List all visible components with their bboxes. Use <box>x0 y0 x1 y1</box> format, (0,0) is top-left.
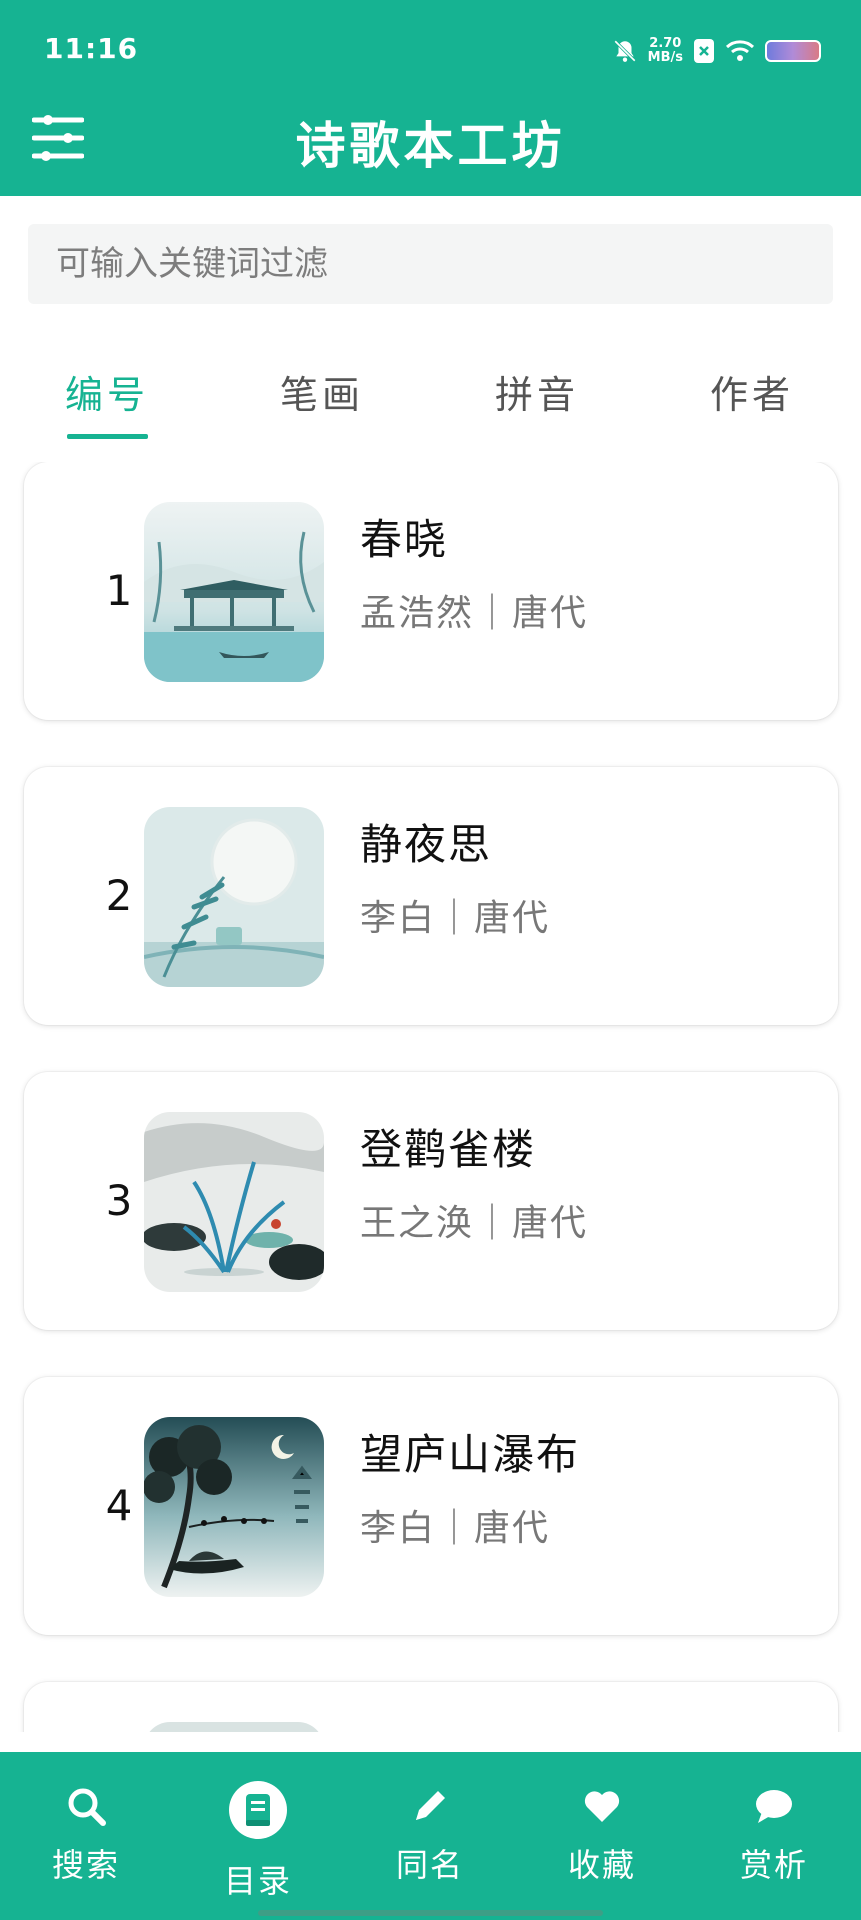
nav-label: 同名 <box>395 1846 464 1884</box>
wifi-icon <box>725 40 755 61</box>
poem-card[interactable]: 3 登鹳雀楼 王之涣｜唐代 <box>24 1072 838 1330</box>
poem-title: 登鹳雀楼 <box>360 1125 537 1174</box>
poem-author-dynasty: 李白｜唐代 <box>360 898 551 939</box>
nav-label: 收藏 <box>567 1846 636 1884</box>
mute-bell-icon <box>613 40 636 62</box>
battery-icon <box>765 40 821 62</box>
home-indicator[interactable] <box>258 1910 603 1916</box>
poem-author-dynasty: 李白｜唐代 <box>360 1508 551 1549</box>
tab-strokes[interactable]: 笔画 <box>242 364 402 419</box>
sim-blocked-icon <box>694 39 714 63</box>
tab-pinyin[interactable]: 拼音 <box>457 364 617 419</box>
poem-author-dynasty: 王之涣｜唐代 <box>360 1203 589 1244</box>
tab-number[interactable]: 编号 <box>27 364 187 419</box>
poem-thumbnail <box>144 807 324 987</box>
poem-thumbnail <box>144 1722 324 1732</box>
nav-label: 目录 <box>223 1862 292 1900</box>
pencil-icon <box>416 1791 445 1820</box>
status-icons: 2.70 MB/s <box>612 34 821 68</box>
poem-title: 望庐山瀑布 <box>360 1430 581 1479</box>
poem-title: 春晓 <box>360 515 449 564</box>
page-title: 诗歌本工坊 <box>295 117 566 175</box>
poem-card[interactable]: 5 <box>24 1682 838 1732</box>
nav-favorites[interactable]: 收藏 <box>516 1752 688 1920</box>
nav-same-name[interactable]: 同名 <box>344 1752 516 1920</box>
poem-card[interactable]: 1 春晓 孟浩然｜唐代 <box>24 462 838 720</box>
network-speed: 2.70 MB/s <box>647 36 683 65</box>
poem-card[interactable]: 4 望庐山瀑布 李白｜唐代 <box>24 1377 838 1635</box>
search-icon <box>68 1788 106 1826</box>
poem-list[interactable]: 1 春晓 孟浩然｜唐代 2 静夜思 李白｜唐代 3 登鹳雀楼 王之涣｜唐代 4 … <box>0 462 861 1732</box>
active-tab-indicator <box>67 434 148 439</box>
search-input[interactable] <box>56 244 833 284</box>
poem-author-dynasty: 孟浩然｜唐代 <box>360 593 589 634</box>
poem-thumbnail <box>144 1112 324 1292</box>
nav-appreciation[interactable]: 赏析 <box>688 1752 860 1920</box>
nav-label: 搜索 <box>51 1846 120 1884</box>
search-box[interactable] <box>28 224 833 304</box>
status-time: 11:16 <box>44 32 139 65</box>
poem-thumbnail <box>144 502 324 682</box>
nav-catalog[interactable]: 目录 <box>172 1752 344 1920</box>
chat-bubble-icon <box>756 1790 792 1823</box>
tab-author[interactable]: 作者 <box>672 364 832 419</box>
poem-card[interactable]: 2 静夜思 李白｜唐代 <box>24 767 838 1025</box>
bottom-nav: 搜索 目录 同名 收藏 赏析 <box>0 1752 861 1920</box>
poem-title: 静夜思 <box>360 820 493 869</box>
heart-icon <box>584 1791 620 1822</box>
poem-thumbnail <box>144 1417 324 1597</box>
sort-tabs: 编号 笔画 拼音 作者 <box>0 352 861 442</box>
nav-search[interactable]: 搜索 <box>0 1752 172 1920</box>
nav-label: 赏析 <box>739 1846 808 1884</box>
app-header: 11:16 2.70 MB/s 诗歌本工坊 <box>0 0 861 196</box>
book-icon <box>229 1781 287 1839</box>
status-bar: 11:16 2.70 MB/s <box>0 0 861 100</box>
